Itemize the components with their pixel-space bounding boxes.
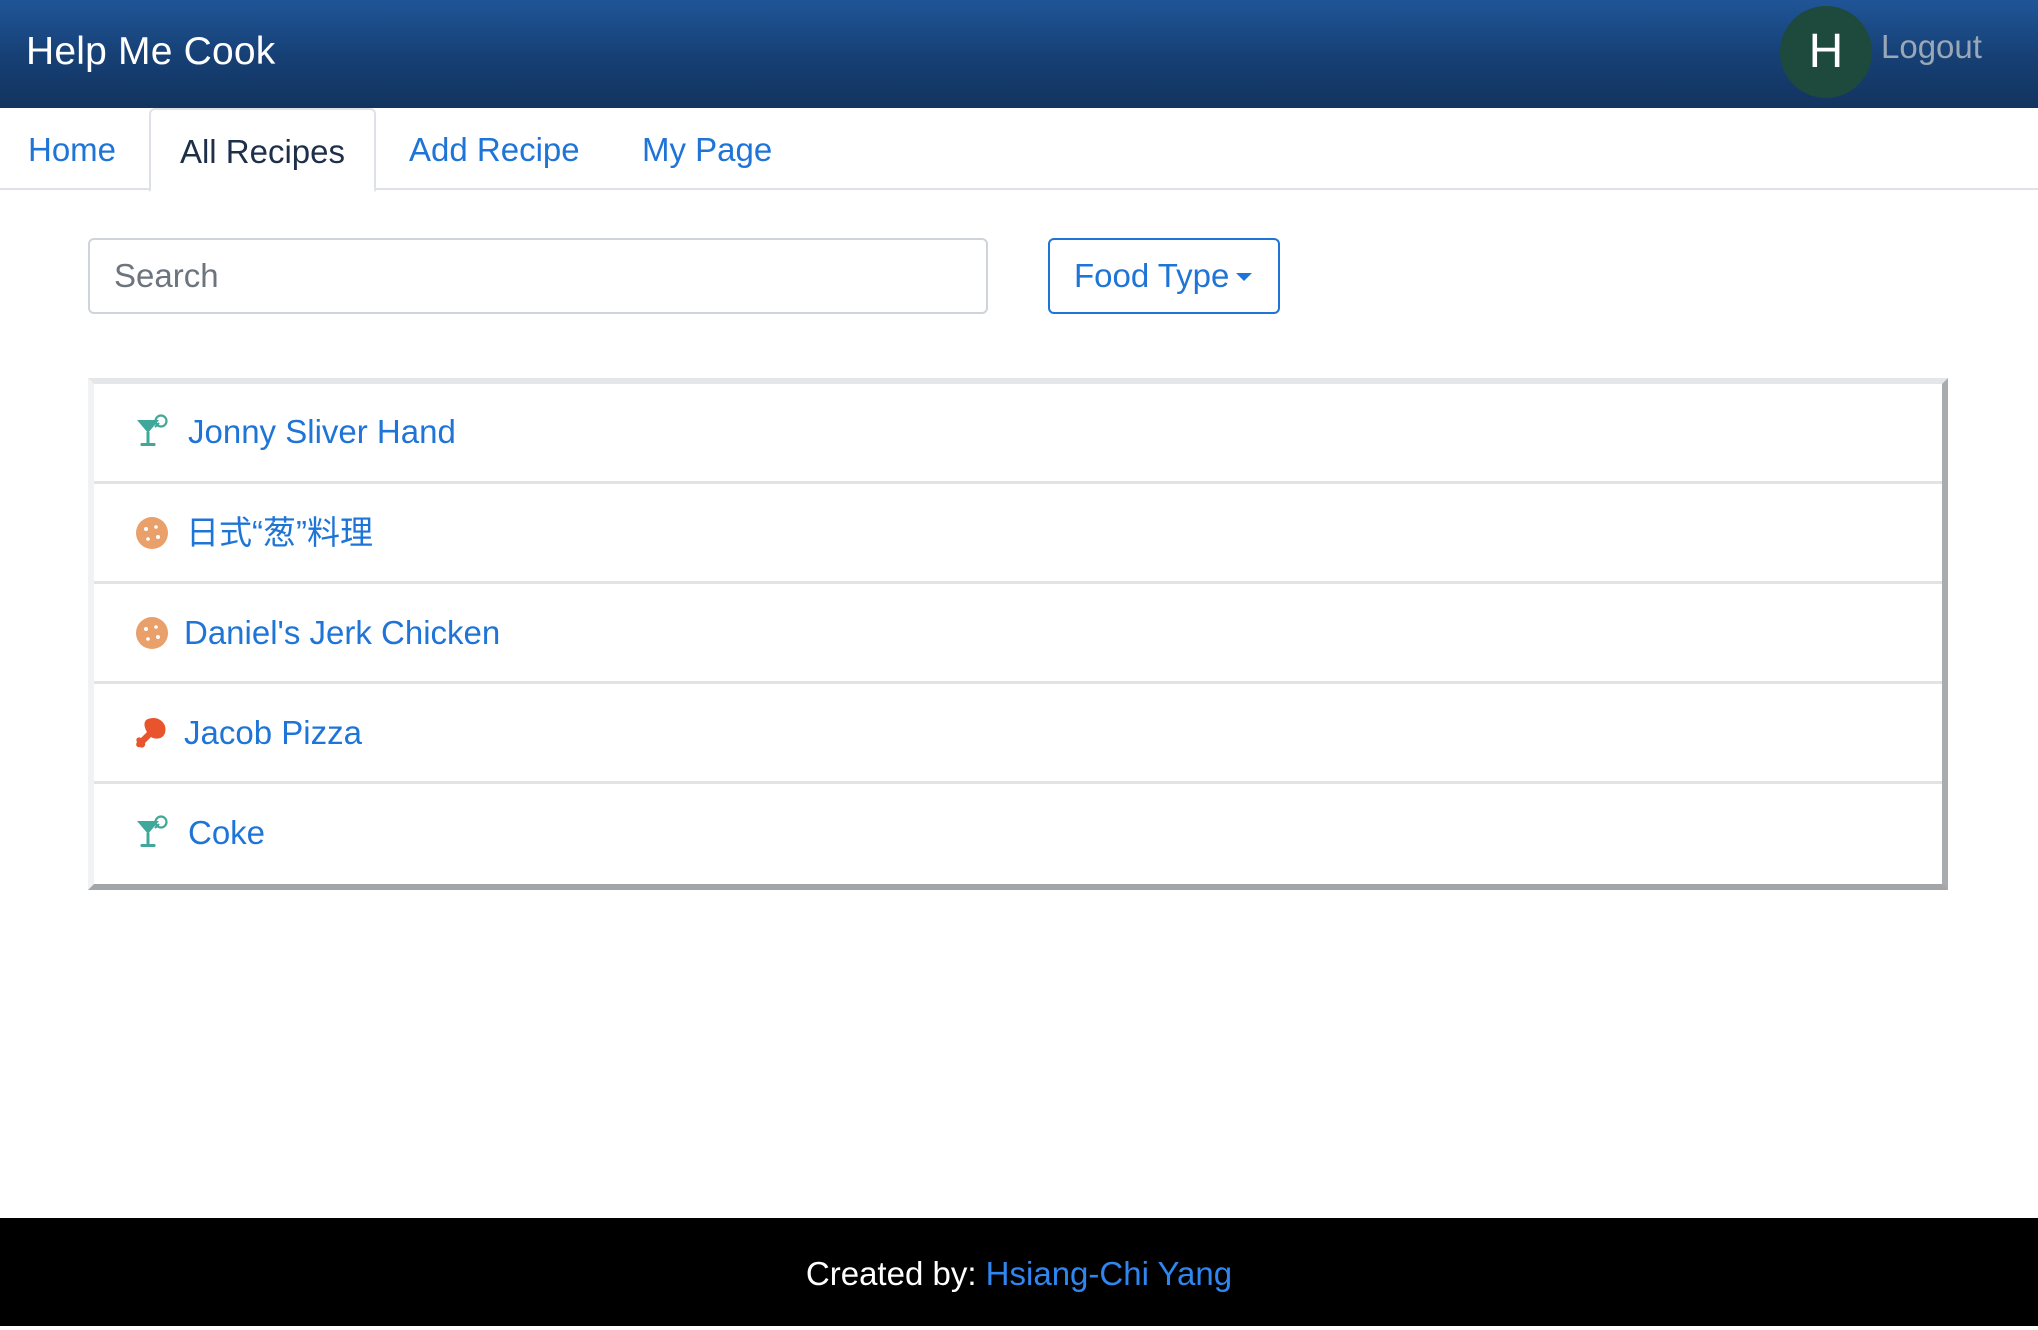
recipe-name[interactable]: Daniel's Jerk Chicken — [184, 613, 500, 653]
tab-all-recipes[interactable]: All Recipes — [149, 108, 376, 192]
caret-down-icon — [1236, 273, 1252, 281]
recipe-item[interactable]: Jacob Pizza — [94, 681, 1942, 781]
author-link[interactable]: Hsiang-Chi Yang — [986, 1255, 1232, 1292]
top-navbar: Help Me Cook H Logout — [0, 0, 2038, 108]
recipe-name[interactable]: Coke — [188, 813, 265, 853]
recipe-name[interactable]: Jacob Pizza — [184, 713, 362, 753]
search-input[interactable] — [88, 238, 988, 314]
recipe-item[interactable]: Daniel's Jerk Chicken — [94, 581, 1942, 681]
footer-credit-label: Created by: — [805, 1255, 986, 1292]
recipe-item[interactable]: Coke — [94, 781, 1942, 881]
recipe-list: Jonny Sliver Hand 日式“葱”料理 Daniel's Jerk … — [88, 378, 1948, 890]
tab-my-page[interactable]: My Page — [642, 108, 772, 190]
food-type-label: Food Type — [1074, 257, 1230, 294]
cookie-icon — [136, 617, 168, 649]
tab-add-recipe[interactable]: Add Recipe — [409, 108, 580, 190]
nav-tabs: Home All Recipes Add Recipe My Page — [0, 108, 2038, 192]
recipe-item[interactable]: 日式“葱”料理 — [94, 481, 1942, 581]
drumstick-icon — [136, 717, 166, 748]
recipe-item[interactable]: Jonny Sliver Hand — [94, 384, 1942, 481]
cookie-icon — [136, 517, 168, 549]
page-footer: Created by: Hsiang-Chi Yang — [0, 1218, 2038, 1326]
recipe-name[interactable]: Jonny Sliver Hand — [188, 412, 456, 452]
cocktail-icon — [137, 815, 168, 847]
recipe-name[interactable]: 日式“葱”料理 — [186, 513, 373, 553]
food-type-dropdown[interactable]: Food Type — [1048, 238, 1280, 314]
user-avatar[interactable]: H — [1780, 6, 1872, 98]
logout-link[interactable]: Logout — [1881, 26, 1982, 68]
cocktail-icon — [137, 414, 168, 446]
tab-home[interactable]: Home — [28, 108, 116, 190]
app-brand[interactable]: Help Me Cook — [26, 27, 276, 77]
